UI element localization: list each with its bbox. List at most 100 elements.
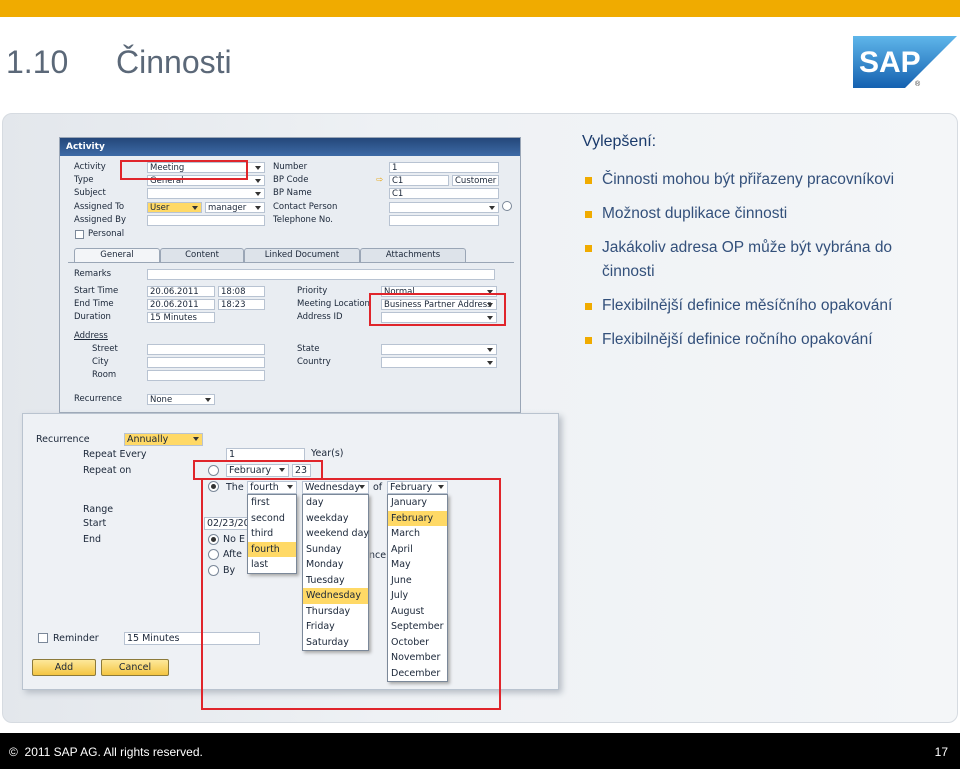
country-select[interactable] [381, 357, 497, 368]
weekday-option[interactable]: Tuesday [303, 573, 368, 589]
weekday-option[interactable]: Saturday [303, 635, 368, 651]
weekday-option[interactable]: Monday [303, 557, 368, 573]
ordinal-select[interactable]: fourth [247, 481, 297, 494]
month-option[interactable]: March [388, 526, 447, 542]
top-accent-bar [0, 0, 960, 17]
link-arrow-icon[interactable]: ⇨ [376, 175, 383, 186]
tab-attachments[interactable]: Attachments [360, 248, 466, 262]
priority-select[interactable]: Normal [381, 286, 497, 297]
bp-code-field[interactable]: C1 [389, 175, 449, 186]
cancel-button[interactable]: Cancel [101, 659, 169, 676]
subject-select[interactable] [147, 188, 265, 199]
end-time-field[interactable]: 18:23 [218, 299, 265, 310]
add-button[interactable]: Add [32, 659, 96, 676]
repeat-on-month-select[interactable]: February [226, 464, 289, 477]
month-option[interactable]: May [388, 557, 447, 573]
weekday-option[interactable]: Friday [303, 619, 368, 635]
tab-general[interactable]: General [74, 248, 160, 262]
personal-label: Personal [88, 229, 125, 239]
end-date-field[interactable]: 20.06.2011 [147, 299, 215, 310]
list-item: Flexibilnější definice měsíčního opaková… [583, 294, 943, 318]
type-select[interactable]: General [147, 175, 265, 186]
start-date-field[interactable]: 20.06.2011 [147, 286, 215, 297]
month-option[interactable]: August [388, 604, 447, 620]
weekday-select[interactable]: Wednesday [302, 481, 369, 494]
ordinal-option[interactable]: first [248, 495, 296, 511]
month-option[interactable]: December [388, 666, 447, 682]
assigned-by-field[interactable] [147, 215, 265, 226]
repeat-on-date-radio[interactable] [208, 465, 219, 476]
month-option[interactable]: October [388, 635, 447, 651]
assigned-by-label: Assigned By [74, 215, 127, 225]
month-option[interactable]: September [388, 619, 447, 635]
repeat-every-field[interactable]: 1 [226, 448, 305, 461]
tab-divider [68, 262, 514, 263]
sap-logo-text: SAP [859, 46, 921, 79]
telephone-field[interactable] [389, 215, 499, 226]
month-option[interactable]: November [388, 650, 447, 666]
duration-field[interactable]: 15 Minutes [147, 312, 215, 323]
bullet-square-icon [585, 245, 592, 252]
list-item: Možnost duplikace činnosti [583, 202, 943, 226]
activity-select[interactable]: Meeting [147, 162, 265, 173]
weekday-option[interactable]: weekend day [303, 526, 369, 542]
repeat-on-day-field[interactable]: 23 [292, 464, 311, 477]
ordinal-option[interactable]: third [248, 526, 296, 542]
state-label: State [297, 344, 320, 354]
room-field[interactable] [147, 370, 265, 381]
month-option[interactable]: February [388, 510, 447, 526]
assigned-to-user-select[interactable]: manager [205, 202, 265, 213]
recurrence-label: Recurrence [74, 394, 122, 404]
recurrence-type-select[interactable]: Annually [124, 433, 203, 446]
after-radio[interactable] [208, 549, 219, 560]
weekday-option[interactable]: weekday [303, 511, 368, 527]
country-label: Country [297, 357, 331, 367]
weekday-option[interactable]: Sunday [303, 542, 368, 558]
tab-content[interactable]: Content [160, 248, 244, 262]
tab-linked-document[interactable]: Linked Document [244, 248, 360, 262]
start-time-field[interactable]: 18:08 [218, 286, 265, 297]
by-radio[interactable] [208, 565, 219, 576]
weekday-option[interactable]: day [303, 495, 368, 511]
personal-checkbox[interactable] [75, 230, 84, 239]
ordinal-option[interactable]: second [248, 511, 296, 527]
ordinal-option[interactable]: last [248, 557, 296, 573]
no-end-radio[interactable] [208, 534, 219, 545]
improvements-list: Činnosti mohou být přiřazeny pracovníkov… [583, 168, 943, 362]
duration-label: Duration [74, 312, 111, 322]
assigned-to-type-select[interactable]: User [147, 202, 202, 213]
weekday-option[interactable]: Wednesday [303, 588, 368, 604]
city-field[interactable] [147, 357, 265, 368]
contact-person-label: Contact Person [273, 202, 338, 212]
no-end-label: No E [223, 534, 245, 545]
slide-number: 1.10 [6, 44, 69, 80]
month-option[interactable]: January [388, 495, 447, 511]
street-field[interactable] [147, 344, 265, 355]
reminder-checkbox[interactable] [38, 633, 48, 643]
month-option[interactable]: July [388, 588, 447, 604]
month-option[interactable]: April [388, 542, 447, 558]
address-id-select[interactable] [381, 312, 497, 323]
range-start-field[interactable]: 02/23/201 [204, 517, 251, 530]
more-options-icon[interactable] [502, 201, 512, 211]
address-id-label: Address ID [297, 312, 343, 322]
month-select[interactable]: February [387, 481, 448, 494]
repeat-on-the-radio[interactable] [208, 481, 219, 492]
contact-person-select[interactable] [389, 202, 499, 213]
reminder-field[interactable]: 15 Minutes [124, 632, 260, 645]
remarks-field[interactable] [147, 269, 495, 280]
end-label: End [83, 534, 102, 545]
bp-name-field[interactable]: C1 [389, 188, 499, 199]
number-field[interactable]: 1 [389, 162, 499, 173]
occurrence-label: nce [369, 550, 387, 561]
meeting-location-select[interactable]: Business Partner Address [381, 299, 497, 310]
bp-code-type-field: Customer [452, 175, 499, 186]
weekday-option[interactable]: Thursday [303, 604, 368, 620]
state-select[interactable] [381, 344, 497, 355]
copyright-icon: © [9, 745, 18, 759]
slide-heading: Činnosti [116, 44, 232, 80]
room-label: Room [92, 370, 117, 380]
ordinal-option[interactable]: fourth [248, 541, 296, 557]
recurrence-select[interactable]: None [147, 394, 215, 405]
month-option[interactable]: June [388, 573, 447, 589]
